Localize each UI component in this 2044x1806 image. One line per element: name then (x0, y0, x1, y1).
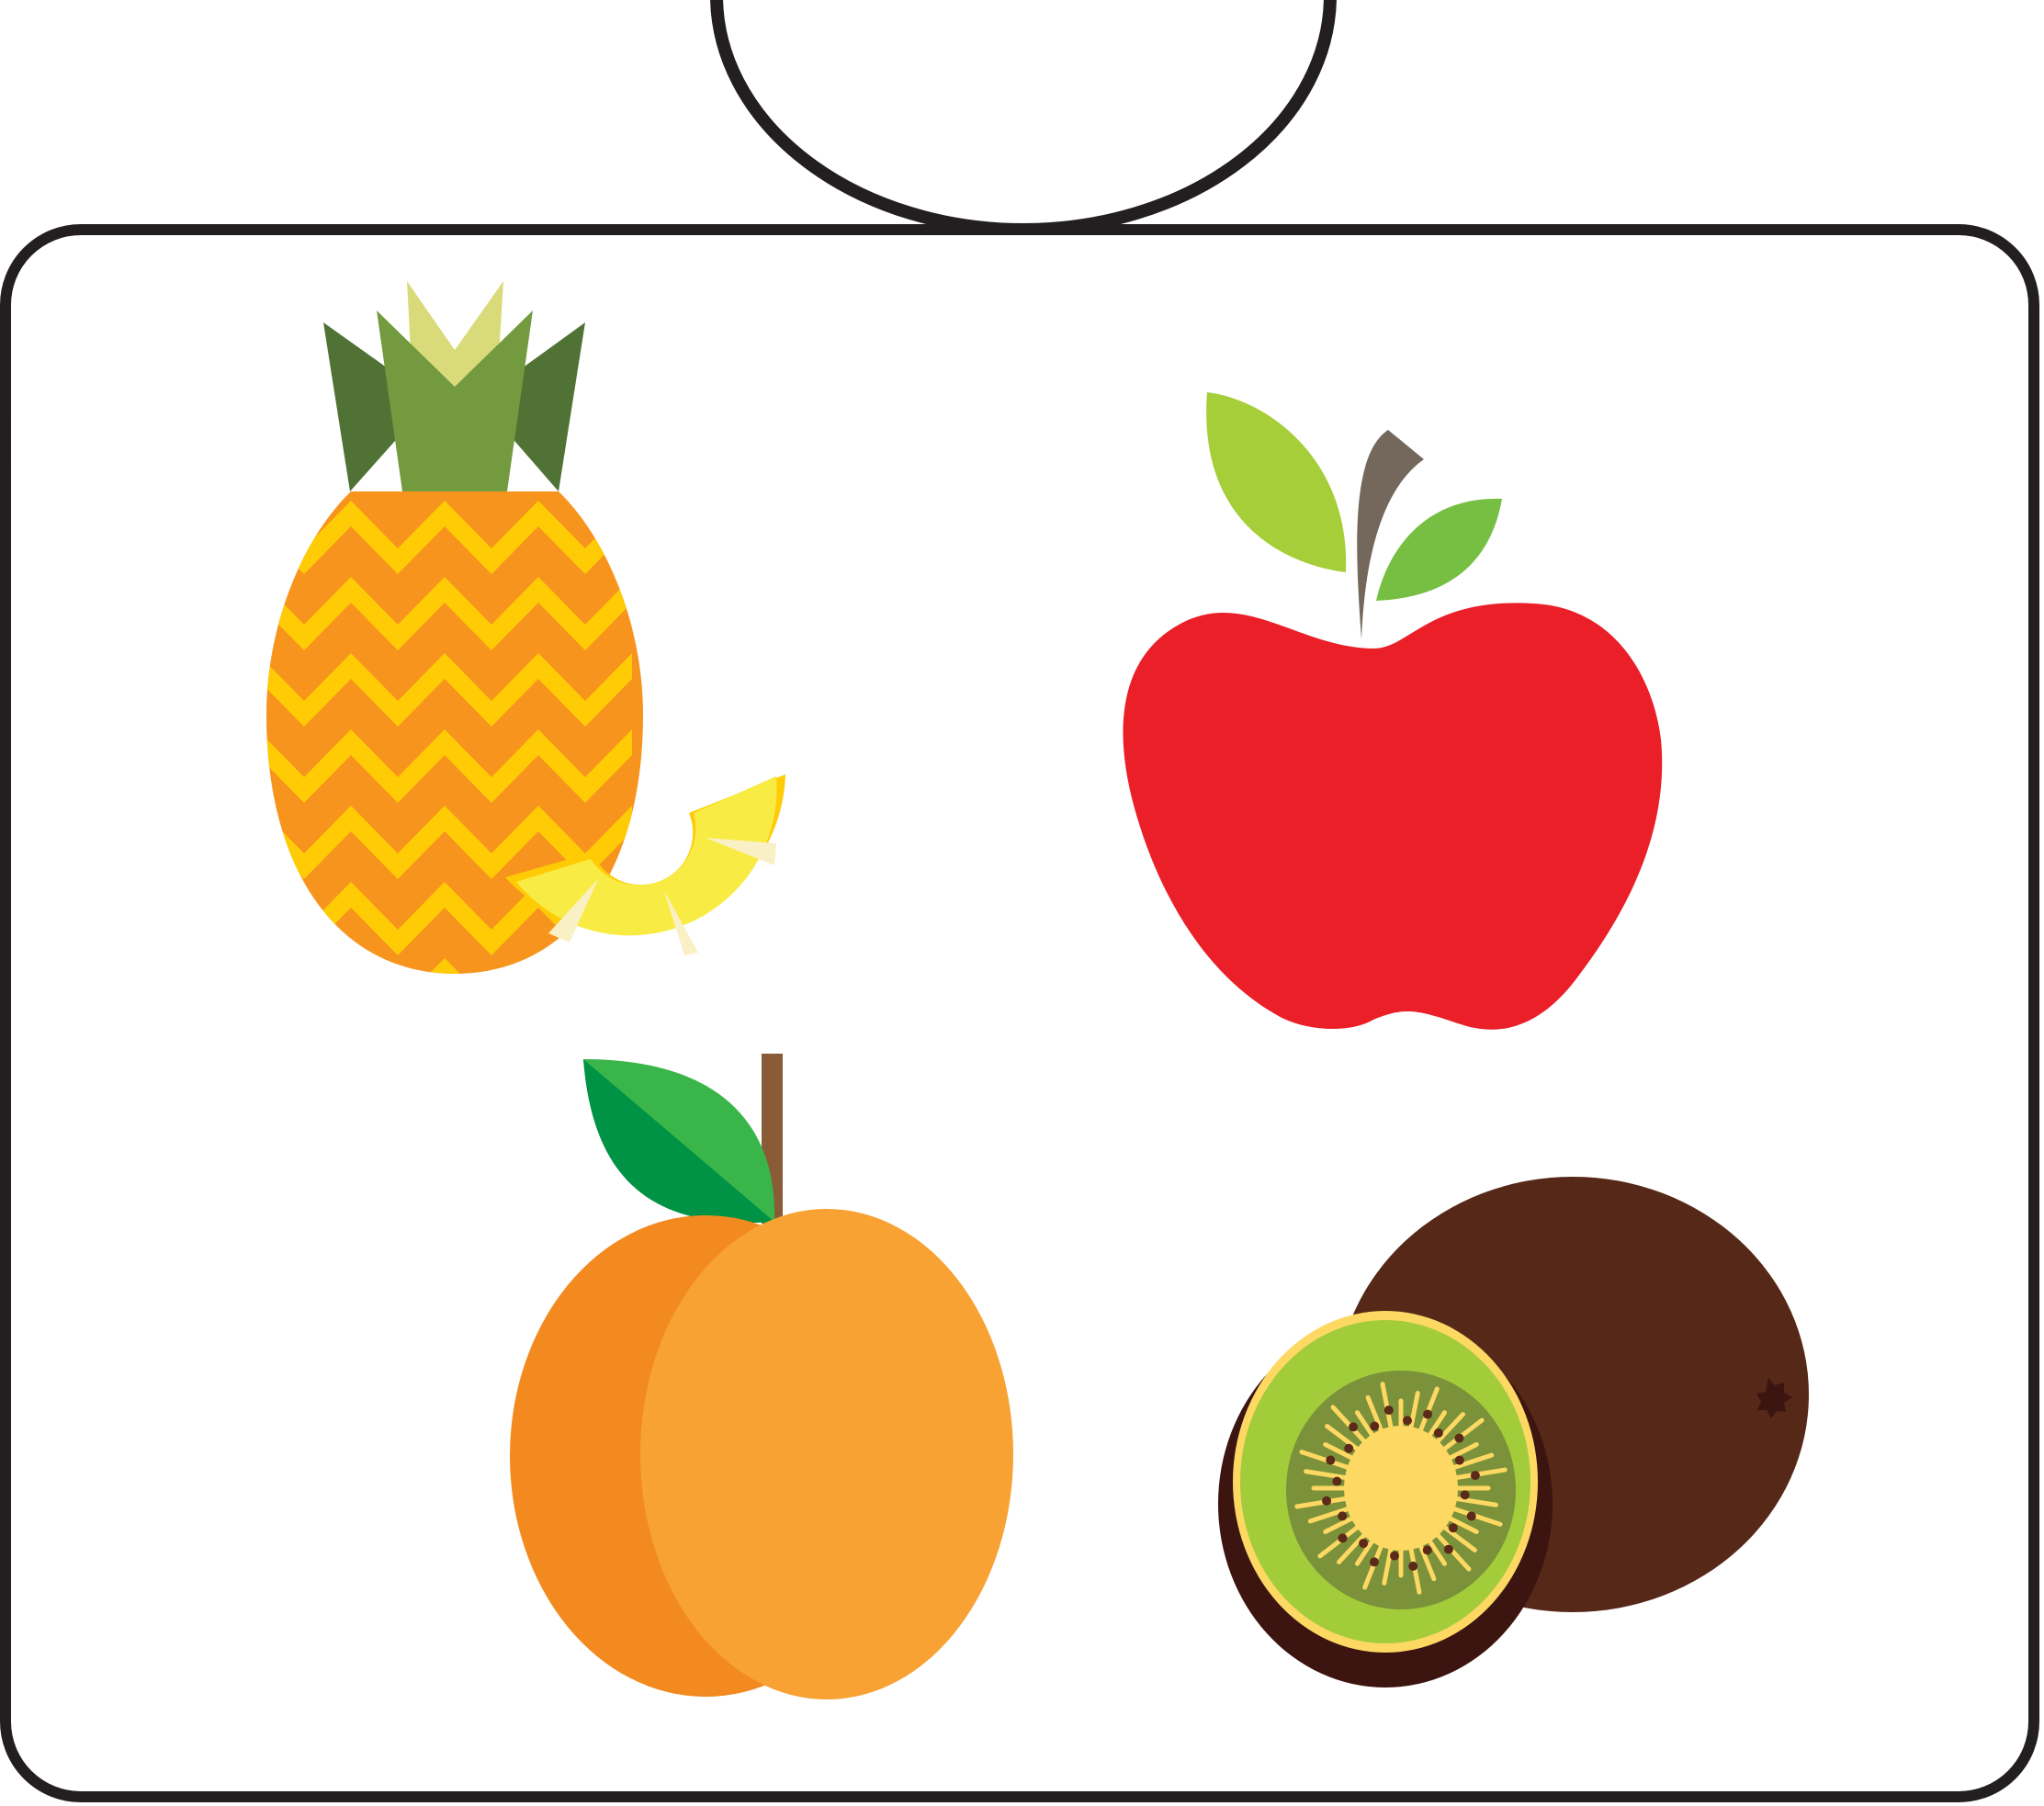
kiwi-seed (1433, 1428, 1443, 1438)
board-outline (0, 224, 2039, 1802)
kiwi-seed (1370, 1421, 1380, 1431)
kiwi-seed (1390, 1551, 1400, 1561)
kiwi-seed (1349, 1422, 1359, 1432)
kiwi-seed (1369, 1557, 1379, 1567)
kiwi-seed (1344, 1443, 1354, 1453)
kiwi-seed (1383, 1405, 1394, 1416)
kiwi-seed (1338, 1533, 1348, 1543)
kiwi-seed (1322, 1496, 1332, 1506)
kiwi-seed (1443, 1544, 1453, 1554)
kiwi-seed (1332, 1476, 1342, 1486)
kiwi-seed (1460, 1490, 1470, 1500)
kiwi-seed (1422, 1545, 1432, 1555)
kiwi-seed (1423, 1409, 1433, 1419)
kiwi-seed (1448, 1523, 1458, 1533)
kiwi-seed (1454, 1455, 1464, 1465)
hanger-loop (710, 0, 1337, 236)
peach-right-half (640, 1209, 1013, 1699)
kiwi-seed (1402, 1416, 1412, 1426)
kiwi-seed (1454, 1433, 1464, 1443)
kiwi-seed (1466, 1511, 1476, 1521)
kiwi-seed (1470, 1471, 1480, 1481)
kiwi-seed (1326, 1455, 1336, 1465)
fruit-illustration (0, 0, 2039, 1802)
kiwi-seed (1359, 1539, 1369, 1549)
kiwi-seed (1408, 1561, 1418, 1571)
kiwi-seed (1338, 1511, 1348, 1521)
